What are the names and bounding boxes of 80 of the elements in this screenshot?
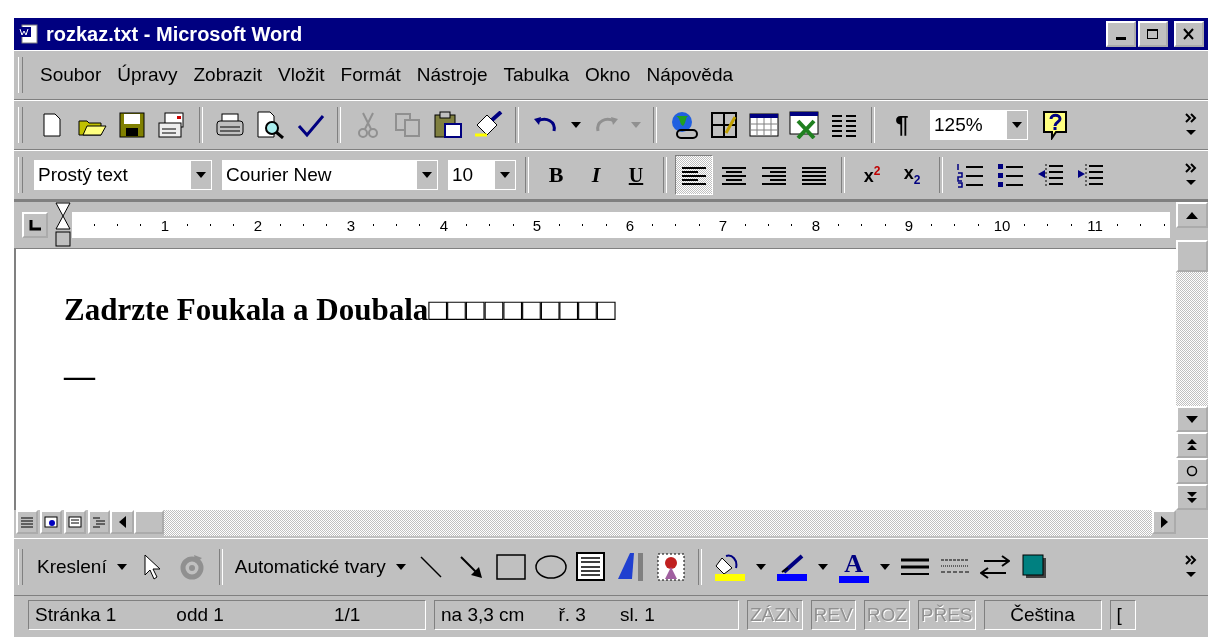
menu-item[interactable]: Nápověda <box>639 62 741 88</box>
scrollbar-thumb[interactable] <box>1176 240 1208 272</box>
font-size-dropdown[interactable]: 10 <box>447 159 517 191</box>
menu-item[interactable]: Okno <box>578 62 638 88</box>
menu-item[interactable]: Vložit <box>271 62 332 88</box>
up-arrow-icon <box>1186 211 1198 219</box>
italic-button[interactable]: I <box>577 155 615 195</box>
status-text: PŘES <box>920 604 973 626</box>
caret-icon[interactable] <box>116 564 127 570</box>
drawing-menu-button[interactable]: Kreslení <box>33 556 111 578</box>
zoom-dropdown[interactable]: 125% <box>929 109 1029 141</box>
menu-item[interactable]: Tabulka <box>496 62 576 88</box>
caret-icon[interactable] <box>395 564 406 570</box>
status-text: REV <box>813 604 853 626</box>
maximize-icon <box>1146 28 1160 40</box>
maximize-button[interactable] <box>1138 21 1168 47</box>
scroll-up-button[interactable] <box>1176 202 1208 228</box>
previous-page-button[interactable] <box>1176 432 1208 458</box>
status-text: ZÁZN <box>750 604 800 626</box>
select-browse-object-button[interactable] <box>1176 458 1208 484</box>
status-text: Stránka 1 <box>35 604 117 626</box>
double-up-arrow-icon <box>1187 439 1197 451</box>
bold-button[interactable]: B <box>537 155 575 195</box>
menu-item[interactable]: Formát <box>333 62 408 88</box>
outline-view-button[interactable] <box>88 510 110 534</box>
page-icon <box>68 516 82 528</box>
close-icon <box>1182 28 1196 40</box>
circle-icon <box>1186 465 1198 477</box>
menu-item[interactable]: Soubor <box>33 62 109 88</box>
print-layout-button[interactable] <box>64 510 86 534</box>
window-title: rozkaz.txt - Microsoft Word <box>46 22 303 46</box>
font-color-button[interactable]: A <box>833 547 874 587</box>
menu-item[interactable]: Zobrazit <box>186 62 270 88</box>
tab-selector-icon[interactable] <box>22 212 48 238</box>
style-dropdown[interactable]: Prostý text <box>33 159 213 191</box>
outline-icon <box>92 516 106 528</box>
scroll-down-button[interactable] <box>1176 406 1208 432</box>
normal-view-button[interactable] <box>16 510 38 534</box>
status-text: ř. 3 <box>558 604 586 626</box>
scroll-left-button[interactable] <box>110 510 134 534</box>
subscript-button[interactable]: x$_{2}$ <box>893 155 931 195</box>
caret-icon <box>196 172 206 178</box>
caret-icon <box>422 172 432 178</box>
document-icon <box>18 23 40 45</box>
next-page-button[interactable] <box>1176 484 1208 510</box>
left-arrow-icon <box>118 516 126 528</box>
close-button[interactable] <box>1174 21 1204 47</box>
caret-icon[interactable] <box>817 564 828 570</box>
underline-button[interactable]: U <box>617 155 655 195</box>
document-text: — <box>64 357 97 395</box>
superscript-button[interactable]: x$^{2}$ <box>853 155 891 195</box>
align-left-icon[interactable] <box>675 155 713 195</box>
indent-marker-icon[interactable] <box>54 202 72 248</box>
down-arrow-icon <box>1186 415 1198 423</box>
status-text: ROZ <box>866 604 907 626</box>
caret-icon[interactable] <box>755 564 766 570</box>
double-down-arrow-icon <box>1187 491 1197 503</box>
caret-icon <box>1012 122 1022 128</box>
status-text: [ <box>1116 604 1122 626</box>
status-text: Čeština <box>1010 604 1075 626</box>
scroll-right-button[interactable] <box>1152 510 1176 534</box>
menu-item[interactable]: Úpravy <box>110 62 185 88</box>
minimize-icon <box>1116 36 1126 40</box>
document-text: Zadrzte Foukala a Doubala□□□□□□□□□□ <box>64 291 617 329</box>
right-arrow-icon <box>1160 516 1168 528</box>
caret-icon[interactable] <box>879 564 890 570</box>
web-layout-button[interactable] <box>40 510 62 534</box>
show-formatting-button[interactable]: ¶ <box>883 105 921 145</box>
lines-icon <box>20 516 34 528</box>
caret-icon <box>500 172 510 178</box>
scrollbar-thumb[interactable] <box>134 510 164 534</box>
font-dropdown[interactable]: Courier New <box>221 159 439 191</box>
status-text: 1/1 <box>333 604 361 626</box>
web-page-icon <box>44 516 58 528</box>
status-text: sl. 1 <box>619 604 655 626</box>
autoshapes-menu-button[interactable]: Automatické tvary <box>230 556 390 578</box>
minimize-button[interactable] <box>1106 21 1136 47</box>
status-text: odd 1 <box>176 604 224 626</box>
menu-item[interactable]: Nástroje <box>409 62 495 88</box>
status-text: na 3,3 cm <box>441 604 525 626</box>
